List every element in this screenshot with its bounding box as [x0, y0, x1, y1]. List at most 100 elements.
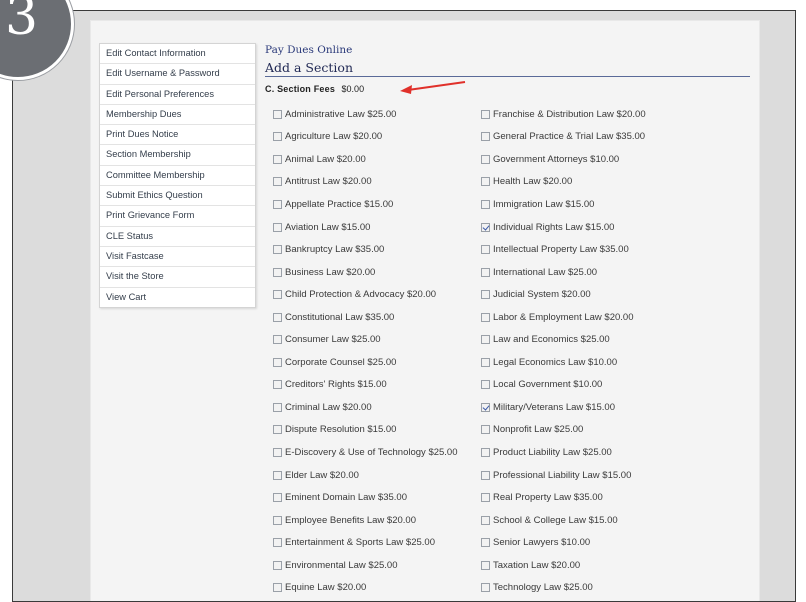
section-checkbox[interactable] — [273, 109, 282, 119]
section-option[interactable]: Real Property Law $35.00 — [481, 486, 646, 509]
section-option[interactable]: Child Protection & Advocacy $20.00 — [273, 283, 458, 306]
section-checkbox[interactable] — [481, 357, 490, 367]
section-checkbox[interactable] — [481, 425, 490, 435]
sidebar-item-edit-contact[interactable]: Edit Contact Information — [100, 44, 255, 65]
section-checkbox[interactable] — [481, 109, 490, 119]
section-checkbox[interactable] — [481, 493, 490, 503]
section-option[interactable]: Intellectual Property Law $35.00 — [481, 238, 646, 261]
section-option[interactable]: International Law $25.00 — [481, 261, 646, 284]
sidebar-item-edit-preferences[interactable]: Edit Personal Preferences — [100, 85, 255, 105]
section-option[interactable]: Labor & Employment Law $20.00 — [481, 306, 646, 329]
sidebar-item-edit-username[interactable]: Edit Username & Password — [100, 64, 255, 85]
section-option[interactable]: Nonprofit Law $25.00 — [481, 419, 646, 442]
sidebar-item-membership-dues[interactable]: Membership Dues — [100, 105, 255, 126]
section-checkbox[interactable] — [481, 290, 490, 300]
sidebar-item-grievance-form[interactable]: Print Grievance Form — [100, 206, 255, 227]
section-checkbox[interactable] — [481, 199, 490, 209]
section-option[interactable]: Employee Benefits Law $20.00 — [273, 509, 458, 532]
section-checkbox[interactable] — [481, 177, 490, 187]
section-checkbox[interactable] — [481, 515, 490, 525]
section-option[interactable]: Administrative Law $25.00 — [273, 103, 458, 126]
section-checkbox[interactable] — [273, 447, 282, 457]
section-checkbox[interactable] — [273, 267, 282, 277]
pay-dues-link[interactable]: Pay Dues Online — [265, 43, 755, 59]
section-checkbox[interactable] — [481, 335, 490, 345]
sidebar-item-cle-status[interactable]: CLE Status — [100, 227, 255, 247]
section-checkbox[interactable] — [273, 290, 282, 300]
section-option[interactable]: Aviation Law $15.00 — [273, 216, 458, 239]
section-checkbox[interactable] — [481, 222, 490, 232]
section-option[interactable]: Technology Law $25.00 — [481, 576, 646, 599]
section-checkbox[interactable] — [481, 312, 490, 322]
section-option[interactable]: Health Law $20.00 — [481, 171, 646, 194]
section-checkbox[interactable] — [481, 245, 490, 255]
section-checkbox[interactable] — [481, 583, 490, 593]
section-checkbox[interactable] — [273, 177, 282, 187]
section-checkbox[interactable] — [273, 335, 282, 345]
section-option[interactable]: Corporate Counsel $25.00 — [273, 351, 458, 374]
section-checkbox[interactable] — [273, 402, 282, 412]
section-checkbox[interactable] — [481, 402, 490, 412]
section-checkbox[interactable] — [273, 380, 282, 390]
section-option[interactable]: Individual Rights Law $15.00 — [481, 216, 646, 239]
section-checkbox[interactable] — [273, 470, 282, 480]
section-option[interactable]: Elder Law $20.00 — [273, 464, 458, 487]
section-option[interactable]: Dispute Resolution $15.00 — [273, 419, 458, 442]
sidebar-item-committee-membership[interactable]: Committee Membership — [100, 166, 255, 187]
section-option[interactable]: Eminent Domain Law $35.00 — [273, 486, 458, 509]
section-option[interactable]: Military/Veterans Law $15.00 — [481, 396, 646, 419]
section-option[interactable]: Legal Economics Law $10.00 — [481, 351, 646, 374]
section-checkbox[interactable] — [481, 560, 490, 570]
section-checkbox[interactable] — [273, 515, 282, 525]
section-option[interactable]: Entertainment & Sports Law $25.00 — [273, 531, 458, 554]
section-checkbox[interactable] — [481, 470, 490, 480]
section-option[interactable]: Government Attorneys $10.00 — [481, 148, 646, 171]
section-checkbox[interactable] — [273, 425, 282, 435]
section-checkbox[interactable] — [273, 538, 282, 548]
section-checkbox[interactable] — [273, 312, 282, 322]
section-option[interactable]: Law and Economics $25.00 — [481, 328, 646, 351]
sidebar-item-store[interactable]: Visit the Store — [100, 267, 255, 288]
section-checkbox[interactable] — [273, 493, 282, 503]
section-checkbox[interactable] — [273, 154, 282, 164]
section-option[interactable]: Consumer Law $25.00 — [273, 328, 458, 351]
section-option[interactable]: Appellate Practice $15.00 — [273, 193, 458, 216]
section-option[interactable]: Environmental Law $25.00 — [273, 554, 458, 577]
section-checkbox[interactable] — [481, 154, 490, 164]
section-checkbox[interactable] — [273, 199, 282, 209]
section-checkbox[interactable] — [481, 538, 490, 548]
section-checkbox[interactable] — [273, 132, 282, 142]
section-option[interactable]: Equine Law $20.00 — [273, 576, 458, 599]
section-option[interactable]: Immigration Law $15.00 — [481, 193, 646, 216]
section-option[interactable]: General Practice & Trial Law $35.00 — [481, 126, 646, 149]
section-option[interactable]: Antitrust Law $20.00 — [273, 171, 458, 194]
sidebar-item-ethics-question[interactable]: Submit Ethics Question — [100, 186, 255, 207]
section-option[interactable]: Animal Law $20.00 — [273, 148, 458, 171]
section-option[interactable]: Senior Lawyers $10.00 — [481, 531, 646, 554]
sidebar-item-section-membership[interactable]: Section Membership — [100, 145, 255, 166]
section-checkbox[interactable] — [481, 132, 490, 142]
sidebar-item-fastcase[interactable]: Visit Fastcase — [100, 247, 255, 268]
section-checkbox[interactable] — [273, 560, 282, 570]
sidebar-item-view-cart[interactable]: View Cart — [100, 288, 255, 307]
section-option[interactable]: School & College Law $15.00 — [481, 509, 646, 532]
sidebar-item-print-dues[interactable]: Print Dues Notice — [100, 125, 255, 146]
section-option[interactable]: E-Discovery & Use of Technology $25.00 — [273, 441, 458, 464]
section-option[interactable]: Product Liability Law $25.00 — [481, 441, 646, 464]
section-checkbox[interactable] — [273, 357, 282, 367]
section-checkbox[interactable] — [481, 380, 490, 390]
section-checkbox[interactable] — [273, 583, 282, 593]
section-option[interactable]: Professional Liability Law $15.00 — [481, 464, 646, 487]
section-option[interactable]: Constitutional Law $35.00 — [273, 306, 458, 329]
section-option[interactable]: Bankruptcy Law $35.00 — [273, 238, 458, 261]
section-option[interactable]: Agriculture Law $20.00 — [273, 126, 458, 149]
section-checkbox[interactable] — [273, 222, 282, 232]
section-checkbox[interactable] — [481, 447, 490, 457]
section-option[interactable]: Judicial System $20.00 — [481, 283, 646, 306]
section-option[interactable]: Franchise & Distribution Law $20.00 — [481, 103, 646, 126]
section-option[interactable]: Creditors' Rights $15.00 — [273, 374, 458, 397]
section-option[interactable]: Taxation Law $20.00 — [481, 554, 646, 577]
section-option[interactable]: Business Law $20.00 — [273, 261, 458, 284]
section-option[interactable]: Criminal Law $20.00 — [273, 396, 458, 419]
section-checkbox[interactable] — [481, 267, 490, 277]
